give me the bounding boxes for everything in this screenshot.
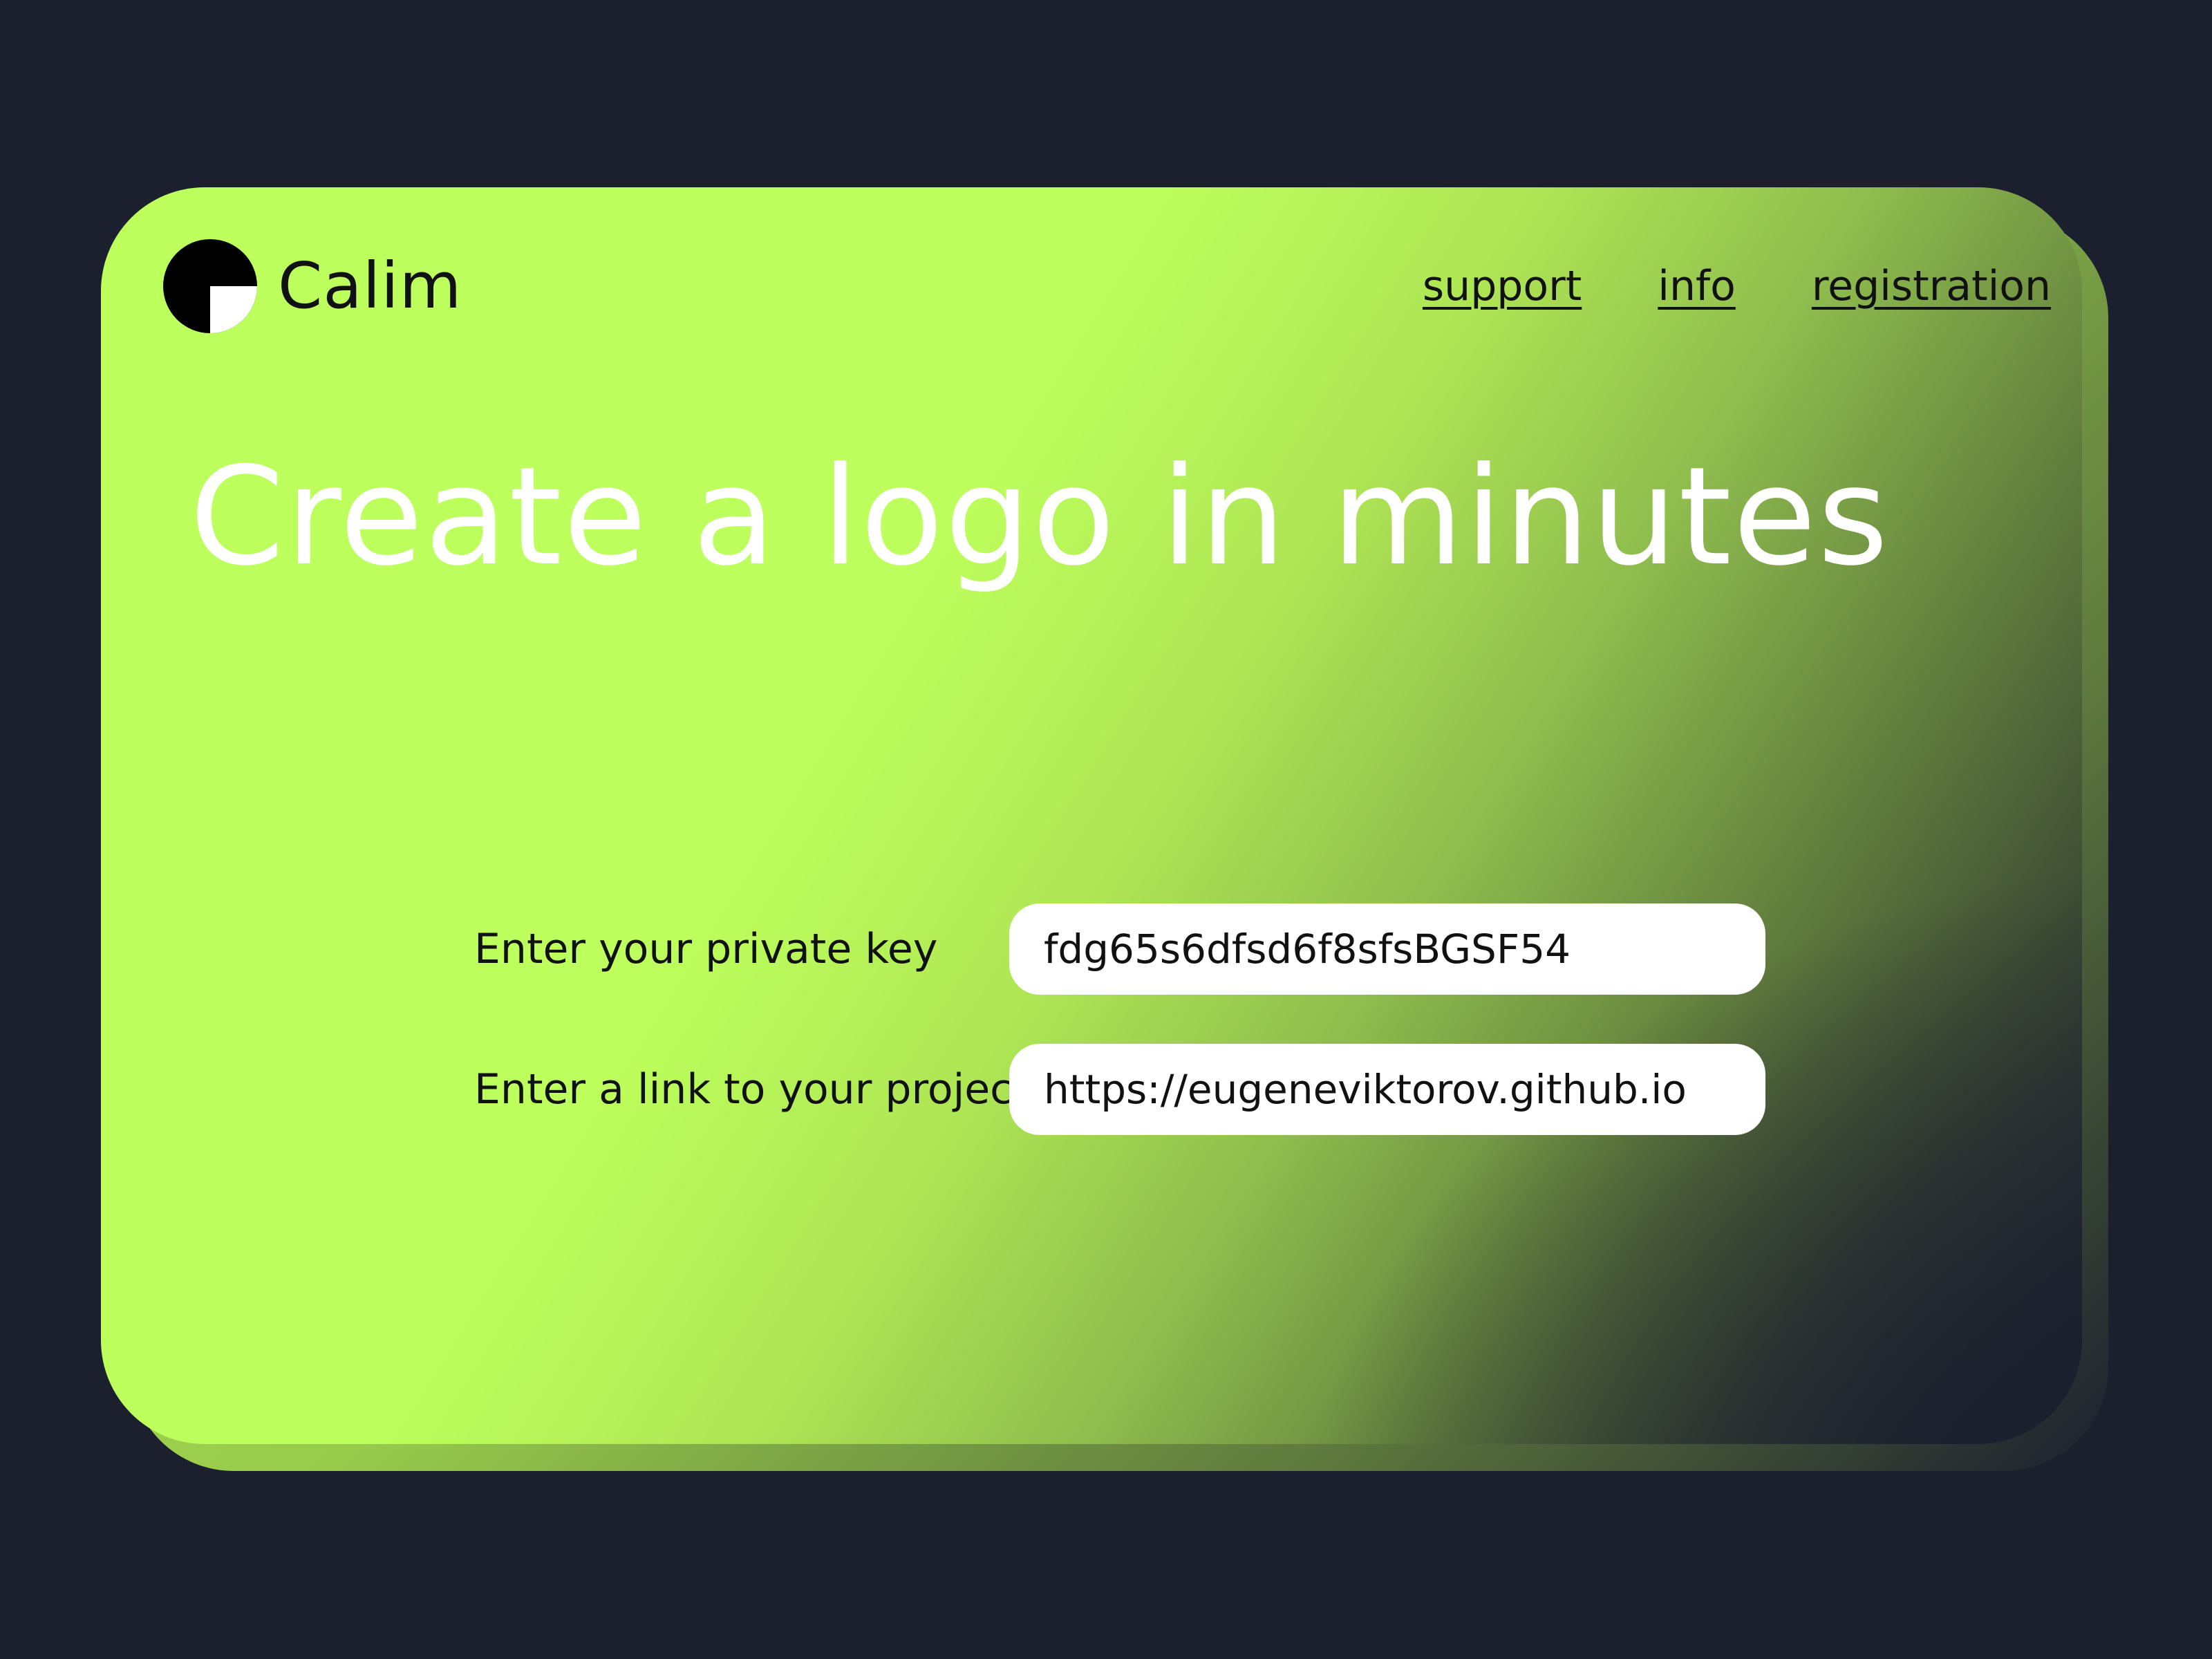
private-key-label: Enter your private key xyxy=(474,925,938,973)
project-link-label: Enter a link to your project xyxy=(474,1065,1029,1114)
calim-logo-icon xyxy=(163,239,257,333)
project-link-row: Enter a link to your project xyxy=(474,1044,1765,1135)
nav-link-support[interactable]: support xyxy=(1423,262,1582,310)
main-card: Calim support info registration Create a… xyxy=(101,187,2082,1444)
private-key-input[interactable] xyxy=(1009,903,1765,995)
nav-link-info[interactable]: info xyxy=(1658,262,1736,310)
brand-name: Calim xyxy=(278,249,462,323)
nav-link-registration[interactable]: registration xyxy=(1812,262,2051,310)
hero-headline: Create a logo in minutes xyxy=(189,438,1890,596)
page-background: Calim support info registration Create a… xyxy=(0,0,2212,1659)
project-link-input[interactable] xyxy=(1009,1044,1765,1135)
top-nav: support info registration xyxy=(1423,262,2051,310)
brand-logo[interactable]: Calim xyxy=(163,239,462,333)
private-key-row: Enter your private key xyxy=(474,903,1765,995)
